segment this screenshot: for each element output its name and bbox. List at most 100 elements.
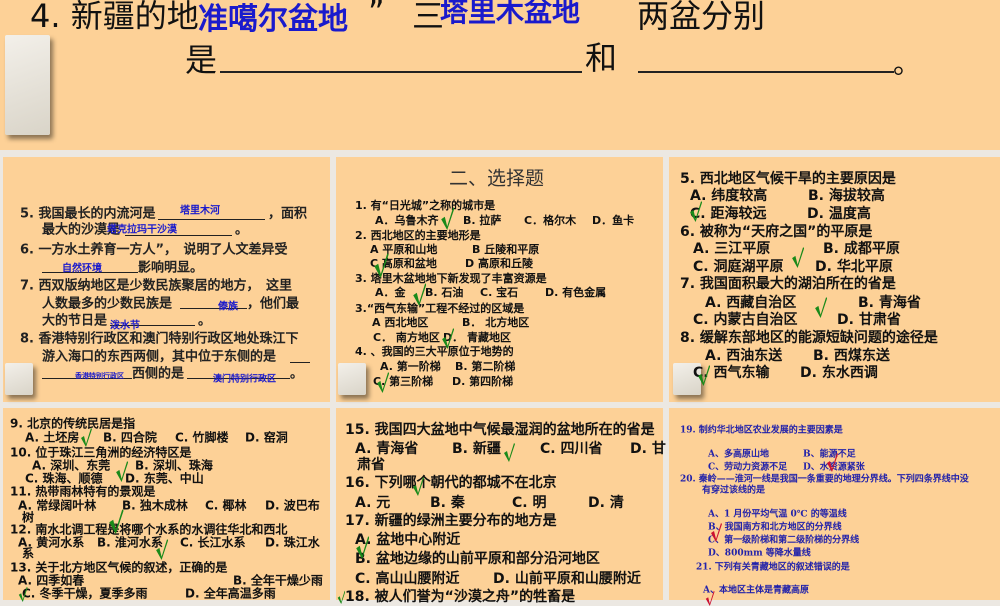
answer-option: C. 内蒙古自治区 [693,312,798,328]
answer-option: A．乌鲁木齐 [375,214,439,227]
answer-option: D. 清 [588,495,624,511]
answer-option: B. 新疆 [452,441,501,457]
blank-underline [638,71,894,73]
answer-option: A. 元 [355,495,391,511]
checkmark-icon [827,453,838,472]
answer-option: C. 四川省 [540,441,603,457]
fill-in-text: 。 [235,222,249,238]
answer-option: B. 第二阶梯 [455,360,516,373]
answer-option: D. 第四阶梯 [452,375,514,388]
answer-option: B. 秦 [430,495,465,511]
answer-text: 香港特别行政区 [75,372,124,380]
answer-option: D. 东水西调 [800,365,878,381]
question-4-text: 。 [893,47,922,80]
question-4-text: 4. 新疆的地 [30,0,199,35]
checkmark-icon [442,328,455,349]
fill-in-text: 6. 一方水土养育一方人”， 说明了人文差异受 [20,242,288,258]
answer-option: A、多高原山地 [708,449,769,460]
checkmark-icon [81,428,92,447]
answer-option: A. 三江平原 [693,241,771,257]
paper-note-icon [5,35,50,135]
answer-option: C. 宝石 [480,286,519,299]
answer-option: C. 明 [512,495,547,511]
question-text: D、800mm 等降水量线 [708,548,811,559]
answer-text: 澳门特别行政区 [213,374,277,385]
question-text: 17. 新疆的绿洲主要分布的地方是 [345,513,557,529]
question-text: 8. 缓解东部地区的能源短缺问题的途径是 [680,330,938,346]
question-text: 16. 下列哪个朝代的都城不在北京 [345,475,557,491]
checkmark-icon [690,201,703,222]
answer-option: B. 淮河水系 [97,535,163,550]
answer-tarim-basin: 塔里木盆地 [440,0,581,28]
checkmark-icon [815,297,828,318]
answer-option: C. 椰林 [205,498,247,513]
answer-option: C. 长江水系 [180,535,246,550]
fill-in-text: ，面积 [268,206,308,222]
question-text: 4. 、我国的三大平原位于地势的 [355,345,514,358]
fill-in-text: 影响明显。 [138,260,204,276]
answer-option: D 高原和丘陵 [465,257,533,270]
fill-in-text: 。 [290,366,304,382]
answer-option: C. 高山山腰附近 [355,571,460,587]
answer-option: B. 成都平原 [823,241,900,257]
answer-text: 塔里木河 [180,205,220,217]
blank-underline [220,71,582,73]
checkmark-icon [109,509,124,534]
question-4-quote: ” [368,0,385,31]
checkmark-icon [377,372,390,393]
answer-option: D. 窑洞 [245,430,288,445]
answer-option: D. 温度高 [807,206,871,222]
answer-text: 塔克拉玛干沙漠 [107,224,177,236]
answer-option: C. 冬季干燥，夏季多雨 [22,586,148,601]
checkmark-icon [698,365,711,386]
answer-option: B. 拉萨 [463,214,502,227]
question-text: C、第一级阶梯和第二级阶梯的分界线 [708,535,860,546]
answer-text: 自然环境 [62,263,102,275]
checkmark-icon [792,247,805,268]
question-4-text: 和 [585,39,618,77]
question-text: 肃省 [357,457,385,473]
answer-option: D. 全年高温多雨 [185,586,276,601]
checkmark-icon [116,461,129,482]
question-text: 15. 我国四大盆地中气候最湿润的盆地所在的省是 [345,422,655,438]
checkmark-icon [504,443,515,462]
checkmark-icon [711,523,722,542]
checkmark-icon [413,477,424,496]
question-text: 1. 有“日光城”之称的城市是 [355,199,496,212]
answer-option: B. 石油 [425,286,464,299]
checkmark-icon [413,283,427,306]
paper-note-icon [338,363,366,395]
checkmark-icon [356,536,370,559]
answer-junggar-basin: 准噶尔盆地 [198,2,348,37]
question-text: B、我国南方和北方地区的分界线 [708,522,842,533]
question-4-text: 是 [185,41,218,79]
answer-option: D. 波巴布 [265,498,320,513]
fill-in-text: 大的节日是 [42,313,108,329]
question-text: 21. 下列有关青藏地区的叙述错误的是 [696,562,850,573]
question-text: 18. 被人们誉为“沙漠之舟”的牲畜是 [345,589,576,605]
question-4-text: 两盆分别 [637,0,766,35]
answer-option: D. 甘 [630,441,666,457]
question-text: A、本地区主体是青藏高原 [703,585,809,596]
answer-option: D. 山前平原和山腰附近 [493,571,641,587]
checkmark-icon [374,253,389,278]
question-text: A、1 月份平均气温 0℃ 的等温线 [708,509,847,520]
answer-option: B. 海拔较高 [808,188,885,204]
fill-in-text: 西侧的是 [132,366,185,382]
question-text: 19. 制约华北地区农业发展的主要因素是 [680,425,843,436]
answer-option: B. 独木成林 [122,498,188,513]
checkmark-icon [441,207,455,230]
question-text: 7. 我国面积最大的湖泊所在的省是 [680,276,896,292]
answer-option: D. 有色金属 [545,286,607,299]
answer-option: D. 甘肃省 [837,312,901,328]
fill-in-text: 8. 香港特别行政区和澳门特别行政区地处珠江下 [20,331,299,347]
checkmark-icon [705,590,715,606]
paper-note-icon [5,363,33,395]
checkmark-icon [156,539,169,560]
question-text: A. 盆地中心附近 [355,532,461,548]
question-text: B. 盆地边缘的山前平原和部分沿河地区 [355,551,600,567]
fill-in-text: 7. 西双版纳地区是少数民族聚居的地方， 这里 [20,278,293,294]
answer-option: D．鱼卡 [592,214,635,227]
question-text: 有穿过该线的是 [702,485,766,496]
fill-in-text: 。 [198,313,212,329]
